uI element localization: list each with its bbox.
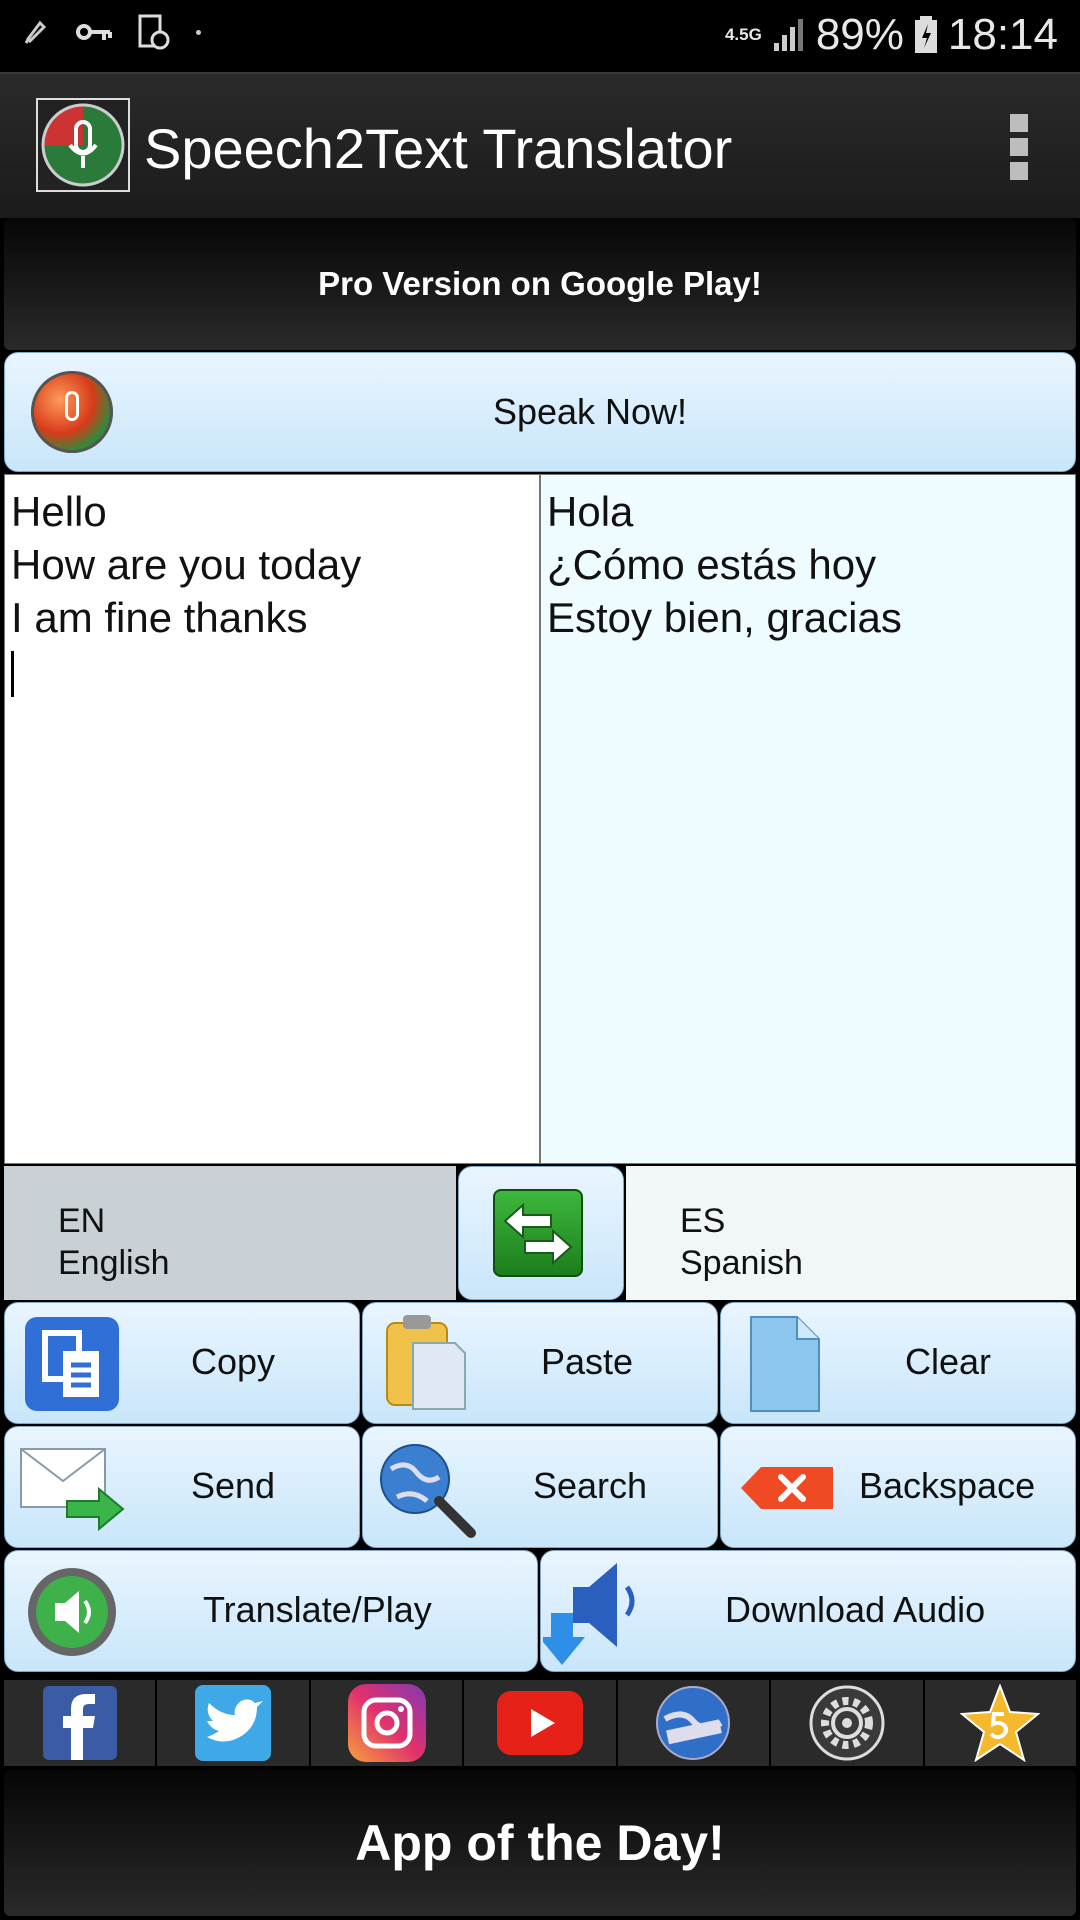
source-line: How are you today [11, 541, 362, 588]
source-line: Hello [11, 488, 107, 535]
menu-dot-icon [1010, 138, 1028, 156]
search-button[interactable]: Search [362, 1426, 718, 1548]
battery-icon [914, 16, 937, 53]
network-type: 4.5G [724, 25, 762, 44]
website-link[interactable] [617, 1680, 770, 1766]
twitter-icon [195, 1685, 272, 1761]
swap-arrows-icon [493, 1189, 583, 1277]
rate-app-link[interactable] [924, 1680, 1076, 1766]
globe-search-icon [380, 1444, 476, 1538]
source-language-code: EN [58, 1202, 106, 1240]
target-language-code: ES [680, 1202, 726, 1240]
speak-now-label: Speak Now! [492, 391, 688, 432]
paste-icon [386, 1315, 466, 1410]
send-button[interactable]: Send [4, 1426, 360, 1548]
speaker-play-icon [28, 1568, 116, 1656]
clock: 18:14 [947, 10, 1058, 59]
overflow-menu-button[interactable] [1010, 114, 1032, 180]
instagram-icon [347, 1684, 426, 1762]
menu-dot-icon [1010, 162, 1028, 180]
translated-line: Estoy bien, gracias [547, 594, 902, 641]
pro-version-banner[interactable]: Pro Version on Google Play! [4, 218, 1076, 350]
search-label: Search [533, 1465, 648, 1506]
twitter-link[interactable] [157, 1680, 309, 1766]
text-cursor [11, 650, 14, 697]
rocket-icon [24, 20, 47, 44]
translated-line: ¿Cómo estás hoy [547, 541, 877, 588]
settings-icon [809, 1685, 885, 1761]
app-logo-icon [36, 98, 130, 192]
source-line: I am fine thanks [11, 594, 308, 641]
copy-icon [25, 1317, 119, 1411]
translate-play-label: Translate/Play [203, 1589, 432, 1630]
social-links-row [4, 1680, 1076, 1766]
source-language-selector[interactable]: EN English [4, 1166, 456, 1300]
translate-play-button[interactable]: Translate/Play [4, 1550, 538, 1672]
backspace-label: Backspace [859, 1465, 1036, 1506]
paste-button[interactable]: Paste [362, 1302, 718, 1424]
web-icon [656, 1686, 731, 1760]
text-panes: Hello How are you today I am fine thanks… [4, 474, 1076, 1164]
target-language-name: Spanish [680, 1244, 803, 1282]
download-audio-label: Download Audio [725, 1589, 986, 1630]
blank-document-icon [750, 1316, 820, 1412]
copy-button[interactable]: Copy [4, 1302, 360, 1424]
app-bar: Speech2Text Translator [0, 72, 1080, 218]
swap-languages-button[interactable] [458, 1166, 624, 1300]
app-of-the-day-banner[interactable]: App of the Day! [4, 1770, 1076, 1916]
youtube-icon [496, 1691, 583, 1755]
paste-label: Paste [541, 1341, 634, 1382]
facebook-icon [42, 1686, 117, 1760]
translated-line: Hola [547, 488, 634, 535]
key-icon [76, 24, 112, 40]
battery-percent: 89% [815, 10, 904, 59]
youtube-link[interactable] [464, 1680, 616, 1766]
speak-now-button[interactable]: Speak Now! [4, 352, 1076, 472]
download-audio-icon [543, 1563, 635, 1665]
send-label: Send [191, 1465, 276, 1506]
app-title: Speech2Text Translator [144, 117, 733, 180]
menu-dot-icon [1010, 114, 1028, 132]
target-language-selector[interactable]: ES Spanish [626, 1166, 1076, 1300]
instagram-link[interactable] [310, 1680, 463, 1766]
status-bar: 4.5G 89% 18:14 [0, 0, 1080, 72]
copy-label: Copy [191, 1341, 276, 1382]
clear-button[interactable]: Clear [720, 1302, 1076, 1424]
sim-clock-icon [138, 14, 170, 50]
dot-icon [196, 29, 201, 35]
download-audio-button[interactable]: Download Audio [540, 1550, 1076, 1672]
settings-link[interactable] [771, 1680, 923, 1766]
facebook-link[interactable] [4, 1680, 156, 1766]
translated-text-area[interactable]: Hola ¿Cómo estás hoy Estoy bien, gracias [541, 475, 1075, 1163]
language-selector-row: EN English ES Spanish [4, 1166, 1076, 1300]
signal-icon [773, 19, 803, 51]
send-mail-icon [20, 1448, 125, 1531]
clear-label: Clear [905, 1341, 992, 1382]
rate-star-icon [960, 1684, 1041, 1762]
source-text-area[interactable]: Hello How are you today I am fine thanks [5, 475, 541, 1163]
backspace-button[interactable]: Backspace [720, 1426, 1076, 1548]
backspace-icon [741, 1467, 833, 1509]
source-language-name: English [58, 1244, 170, 1282]
